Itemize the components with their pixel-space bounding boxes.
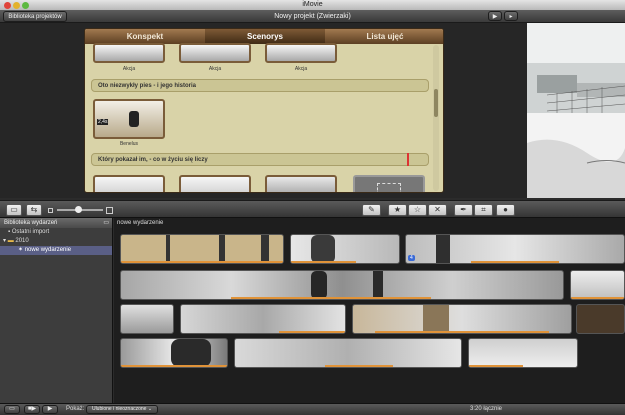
tab-storyboard[interactable]: Scenorys: [205, 29, 325, 44]
dog-figure: [129, 111, 139, 127]
clip-caption: Akcja: [208, 66, 222, 72]
filter-value: Ulubione i nieoznaczone: [91, 406, 147, 412]
project-toolbar: Biblioteka projektów Nowy projekt (Zwier…: [0, 10, 625, 23]
import-button[interactable]: ▭: [4, 405, 20, 414]
close-window-button[interactable]: [4, 1, 11, 9]
storyboard-clip[interactable]: [179, 175, 251, 192]
event-item-label: nowe wydarzenie: [24, 247, 72, 253]
play-button[interactable]: ▸: [504, 11, 518, 21]
storyboard-clip[interactable]: [93, 43, 165, 63]
reject-icon[interactable]: ✕: [428, 204, 447, 216]
event-library-title: Biblioteka wydarzeń: [4, 220, 58, 226]
event-clip[interactable]: [120, 304, 174, 334]
crop-icon[interactable]: ⌗: [474, 204, 493, 216]
storyboard-clip-dog[interactable]: 2,4s: [93, 99, 165, 139]
zoom-window-button[interactable]: [22, 1, 29, 9]
event-clip[interactable]: [180, 304, 346, 334]
viewer-frame: [527, 23, 625, 198]
storyboard-panel: Konspekt Scenorys Lista ujęć Akcja Akcja…: [84, 28, 444, 193]
event-clip[interactable]: [570, 270, 625, 300]
storyboard-scrollbar[interactable]: [433, 45, 439, 191]
title-bar: iMovie: [0, 0, 625, 10]
placeholder-outline: [377, 183, 401, 192]
filter-select[interactable]: Ulubione i nieoznaczone ⌄: [86, 405, 158, 414]
event-item-selected[interactable]: ✶ nowe wydarzenie: [0, 246, 112, 255]
section-title[interactable]: Który pokazał im, - co w życiu się liczy: [91, 153, 429, 166]
event-clip[interactable]: [576, 304, 625, 334]
clip-duration: 2,4s: [97, 119, 109, 125]
clip-caption: Akcja: [294, 66, 308, 72]
event-item-year[interactable]: ▾ ▬ 2010: [0, 237, 112, 246]
event-clip[interactable]: [120, 338, 228, 368]
swap-events-button[interactable]: ⇆: [26, 204, 42, 216]
show-label: Pokaż:: [66, 406, 85, 412]
total-duration: 3:20 łącznie: [470, 406, 503, 412]
clip-badge: 4: [408, 255, 415, 261]
event-item-label: 2010: [15, 238, 29, 244]
info-icon[interactable]: ●: [496, 204, 515, 216]
storyboard-placeholder[interactable]: [353, 175, 425, 192]
viewer: [527, 23, 625, 198]
voiceover-button[interactable]: ✎: [362, 204, 381, 216]
slider-knob[interactable]: [75, 206, 82, 213]
storyboard-clip[interactable]: [265, 43, 337, 63]
folder-icon: ▬: [7, 238, 14, 244]
scrollbar-thumb[interactable]: [434, 89, 438, 117]
event-browser: nowe wydarzenie 4: [114, 218, 625, 403]
star-icon[interactable]: ★: [388, 204, 407, 216]
clip-caption: Akcja: [122, 66, 136, 72]
storyboard-clip[interactable]: [265, 175, 337, 192]
event-clip[interactable]: [234, 338, 462, 368]
event-library-header: Biblioteka wydarzeń ▭: [0, 218, 112, 228]
play-event-button[interactable]: ▶: [42, 405, 58, 414]
storyboard-tabbar: Konspekt Scenorys Lista ujęć: [85, 29, 443, 44]
event-clip[interactable]: [290, 234, 400, 264]
tab-outline[interactable]: Konspekt: [85, 29, 205, 44]
event-item-label: Ostatni import: [11, 229, 50, 235]
disclosure-triangle-icon: ▾: [3, 238, 7, 244]
event-header: nowe wydarzenie: [117, 220, 164, 226]
dropper-icon[interactable]: ✒: [454, 204, 473, 216]
fullscreen-play-button[interactable]: ▶: [488, 11, 502, 21]
event-clip[interactable]: [120, 270, 564, 300]
star-icon: ✶: [18, 247, 24, 253]
small-thumb-icon: [48, 208, 53, 213]
unstar-icon[interactable]: ☆: [408, 204, 427, 216]
tab-shot-list[interactable]: Lista ujęć: [325, 29, 443, 44]
chevron-down-icon: ⌄: [147, 406, 153, 412]
window-title: iMovie: [302, 1, 323, 8]
event-clip[interactable]: [120, 234, 284, 264]
event-library: Biblioteka wydarzeń ▭ ▪ Ostatni import ▾…: [0, 218, 113, 403]
camera-icon: ▭: [103, 220, 109, 226]
event-clip[interactable]: [352, 304, 572, 334]
playhead: [407, 153, 409, 166]
storyboard-clip[interactable]: [179, 43, 251, 63]
clip-caption: Benelus: [119, 141, 139, 147]
play-all-button[interactable]: ■▶: [24, 405, 40, 414]
bottom-bar: ▭ ■▶ ▶ Pokaż: Ulubione i nieoznaczone ⌄ …: [0, 403, 625, 415]
camera-import-button[interactable]: ▭: [6, 204, 22, 216]
event-clip[interactable]: 4: [405, 234, 625, 264]
clip-size-slider[interactable]: [57, 206, 103, 213]
middle-toolbar: ▭ ⇆ ✎ ★ ☆ ✕ ✒ ⌗ ●: [0, 200, 625, 218]
project-library-button[interactable]: Biblioteka projektów: [3, 11, 67, 22]
event-item-last-import[interactable]: ▪ Ostatni import: [0, 228, 112, 237]
film-icon: ▪: [8, 229, 11, 235]
large-thumb-icon: [106, 207, 113, 214]
section-title[interactable]: Oto niezwykły pies - i jego historia: [91, 79, 429, 92]
project-title: Nowy projekt (Zwierzaki): [274, 13, 351, 20]
event-clip[interactable]: [468, 338, 578, 368]
minimize-window-button[interactable]: [13, 1, 20, 9]
storyboard-clip[interactable]: [93, 175, 165, 192]
